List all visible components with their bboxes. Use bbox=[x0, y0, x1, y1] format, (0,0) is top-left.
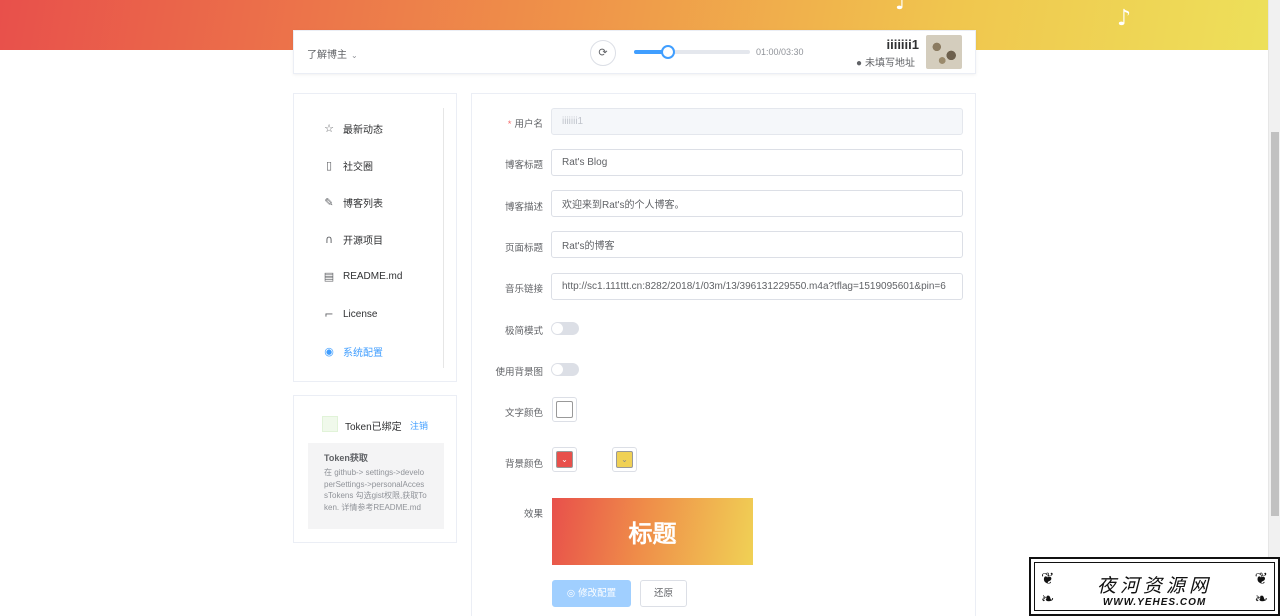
save-label: 修改配置 bbox=[578, 588, 617, 599]
required-mark: * bbox=[507, 119, 512, 130]
menu-item-label: 博客列表 bbox=[343, 198, 383, 210]
watermark-url: WWW.YEHES.COM bbox=[1102, 597, 1207, 608]
bg-color-start-picker[interactable]: ⌄ bbox=[552, 447, 577, 472]
menu-item-social[interactable]: ▯ 社交圈 bbox=[323, 155, 373, 175]
page-title-label: 页面标题 bbox=[504, 243, 543, 254]
chevron-down-icon: ⌄ bbox=[351, 51, 358, 60]
config-icon: ◉ bbox=[324, 344, 334, 358]
text-color-label: 文字颜色 bbox=[504, 408, 543, 419]
blog-desc-field[interactable]: 欢迎来到Rat's的个人博客。 bbox=[551, 190, 963, 217]
menu-divider bbox=[443, 108, 444, 368]
minimal-mode-toggle[interactable] bbox=[551, 322, 579, 335]
menu-item-label: 系统配置 bbox=[343, 347, 383, 359]
menu-item-label: License bbox=[343, 308, 378, 320]
about-label: 了解博主 bbox=[307, 50, 347, 61]
document-icon: ▤ bbox=[323, 269, 335, 283]
location-text: 未填写地址 bbox=[865, 58, 915, 69]
header-bar: 了解博主 ⌄ ⟳ 01:00/03:30 iiiiiii1 ● 未填写地址 bbox=[293, 30, 976, 74]
watermark-logo: ❦ ❦ ❧ ❧ 夜河资源网 WWW.YEHES.COM bbox=[1029, 557, 1280, 616]
token-status: Token已绑定 bbox=[345, 422, 402, 433]
username-field: iiiiiii1 bbox=[551, 108, 963, 135]
token-card: Token已绑定 注销 Token获取 在 github-> settings-… bbox=[293, 395, 457, 543]
slider-handle[interactable] bbox=[660, 45, 675, 59]
config-form: * 用户名 iiiiiii1 博客标题 Rat's Blog 博客描述 欢迎来到R… bbox=[471, 93, 976, 616]
location: ● 未填写地址 bbox=[856, 54, 915, 69]
bg-image-label: 使用背景图 bbox=[495, 367, 543, 378]
tag-icon: ⌐ bbox=[324, 307, 334, 321]
menu-item-open-source[interactable]: ∩ 开源项目 bbox=[323, 229, 383, 249]
chevron-down-icon: ⌄ bbox=[556, 451, 573, 468]
blog-desc-label: 博客描述 bbox=[504, 202, 543, 213]
music-note-icon: ♪ bbox=[895, 0, 910, 15]
menu-item-label: 社交圈 bbox=[343, 161, 373, 173]
save-config-button[interactable]: ◎ 修改配置 bbox=[552, 580, 631, 607]
user-name: iiiiiii1 bbox=[886, 37, 919, 52]
menu-item-label: 最新动态 bbox=[343, 124, 383, 136]
headset-icon: ∩ bbox=[324, 232, 334, 246]
watermark-frame: ❦ ❦ ❧ ❧ 夜河资源网 WWW.YEHES.COM bbox=[1034, 562, 1275, 611]
music-note-icon: ♪ bbox=[1117, 6, 1132, 31]
token-status-indicator bbox=[322, 416, 338, 432]
blog-title-field[interactable]: Rat's Blog bbox=[551, 149, 963, 176]
check-icon: ◎ bbox=[566, 588, 576, 599]
edit-icon: ✎ bbox=[324, 195, 334, 209]
loop-button[interactable]: ⟳ bbox=[590, 40, 616, 66]
refresh-icon: ⟳ bbox=[598, 47, 608, 59]
music-link-label: 音乐链接 bbox=[504, 284, 543, 295]
token-help-title: Token获取 bbox=[324, 453, 368, 463]
bg-color-label: 背景颜色 bbox=[504, 459, 543, 470]
watermark-title: 夜河资源网 bbox=[1096, 575, 1212, 597]
page-title-field[interactable]: Rat's的博客 bbox=[551, 231, 963, 258]
username-label: * 用户名 bbox=[508, 116, 543, 130]
side-menu: ☆ 最新动态 ▯ 社交圈 ✎ 博客列表 ∩ 开源项目 ▤ README.md ⌐ Licen… bbox=[293, 93, 457, 382]
chevron-down-icon: ⌄ bbox=[616, 451, 633, 468]
menu-item-readme[interactable]: ▤ README.md bbox=[323, 266, 403, 286]
menu-item-latest[interactable]: ☆ 最新动态 bbox=[323, 118, 383, 138]
username-label-text: 用户名 bbox=[514, 119, 543, 130]
reset-button[interactable]: 还原 bbox=[640, 580, 687, 607]
page-scrollbar[interactable] bbox=[1268, 0, 1280, 616]
menu-item-license[interactable]: ⌐ License bbox=[323, 304, 377, 324]
menu-item-config[interactable]: ◉ 系统配置 bbox=[323, 341, 383, 361]
token-logout-link[interactable]: 注销 bbox=[410, 419, 428, 432]
text-color-picker[interactable] bbox=[552, 397, 577, 422]
avatar[interactable] bbox=[926, 35, 962, 69]
location-pin-icon: ● bbox=[855, 58, 862, 69]
token-help-box: Token获取 在 github-> settings->developerSe… bbox=[308, 443, 444, 529]
token-help-text: 在 github-> settings->developerSettings->… bbox=[324, 468, 427, 512]
music-progress-slider[interactable] bbox=[634, 45, 750, 59]
scrollbar-thumb[interactable] bbox=[1271, 132, 1279, 516]
menu-item-label: README.md bbox=[343, 270, 403, 282]
effect-label: 效果 bbox=[523, 509, 543, 520]
bg-image-toggle[interactable] bbox=[551, 363, 579, 376]
music-time: 01:00/03:30 bbox=[756, 47, 804, 57]
blog-title-label: 博客标题 bbox=[504, 160, 543, 171]
minimal-mode-label: 极简模式 bbox=[504, 326, 543, 337]
text-color-swatch bbox=[556, 401, 573, 418]
title-preview: 标题 bbox=[552, 498, 753, 565]
star-icon: ☆ bbox=[324, 121, 334, 135]
menu-item-blog-list[interactable]: ✎ 博客列表 bbox=[323, 192, 383, 212]
about-dropdown[interactable]: 了解博主 ⌄ bbox=[307, 46, 358, 61]
menu-item-label: 开源项目 bbox=[343, 235, 383, 247]
mobile-icon: ▯ bbox=[325, 158, 333, 172]
music-link-field[interactable]: http://sc1.111ttt.cn:8282/2018/1/03m/13/… bbox=[551, 273, 963, 300]
bg-color-end-picker[interactable]: ⌄ bbox=[612, 447, 637, 472]
